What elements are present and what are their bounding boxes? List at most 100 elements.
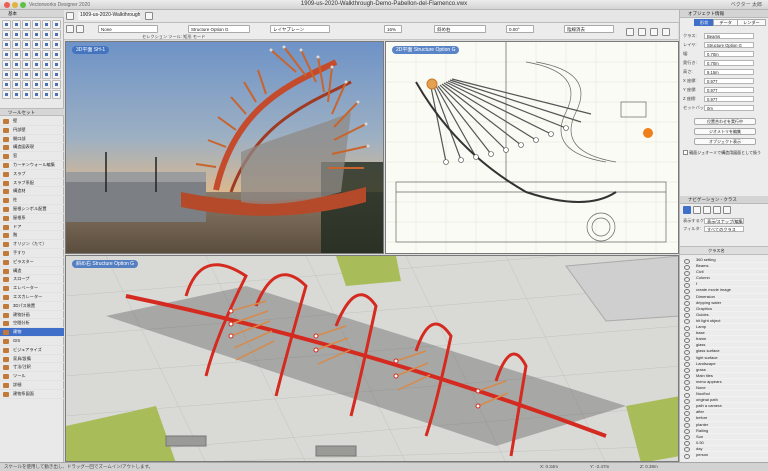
filter-dropdown[interactable]: すべてのクラス — [704, 225, 744, 232]
toolset-item[interactable]: ツール — [0, 372, 64, 381]
tool-button[interactable] — [22, 70, 31, 79]
tool-button[interactable] — [2, 70, 11, 79]
toolset-item[interactable]: 開口部 — [0, 135, 64, 144]
toolset-item[interactable]: ビジュアライズ — [0, 346, 64, 355]
tool-button[interactable] — [32, 20, 41, 29]
walkthrough-icon[interactable] — [650, 28, 658, 36]
tool-button[interactable] — [12, 40, 21, 49]
tool-button[interactable] — [42, 50, 51, 59]
property-value[interactable]: 9.15m — [704, 68, 754, 75]
property-value[interactable]: Structure Option G — [704, 41, 754, 48]
toolset-item[interactable]: 屋根系 — [0, 214, 64, 223]
viewport-view-icon[interactable] — [713, 206, 721, 214]
property-value[interactable]: 0.70m — [704, 59, 754, 66]
toolset-item[interactable]: 詳細 — [0, 381, 64, 390]
toolset-item[interactable]: カーテンウォール編集 — [0, 161, 64, 170]
sheet-view-icon[interactable] — [703, 206, 711, 214]
tool-button[interactable] — [2, 40, 11, 49]
tool-button[interactable] — [12, 30, 21, 39]
tool-button[interactable] — [22, 90, 31, 99]
toolset-item[interactable]: ピラスター — [0, 258, 64, 267]
layer-view-icon[interactable] — [693, 206, 701, 214]
viewport-render[interactable]: 3D平面 SH-1 — [65, 41, 384, 254]
toolset-item[interactable]: オリジン（たて） — [0, 240, 64, 249]
plane-dropdown[interactable]: レイヤプレーン — [270, 25, 330, 33]
toolset-item[interactable]: 柱 — [0, 196, 64, 205]
tool-button[interactable] — [32, 50, 41, 59]
tool-button[interactable] — [32, 70, 41, 79]
tool-button[interactable] — [22, 60, 31, 69]
tool-button[interactable] — [42, 60, 51, 69]
toolset-item[interactable]: 寸法/注釈 — [0, 363, 64, 373]
align-button[interactable]: 位置合わせを実行中 — [694, 118, 756, 125]
structural-checkbox[interactable]: 親面ジェオーミで構造用図面として扱う — [683, 150, 761, 156]
tool-button[interactable] — [22, 80, 31, 89]
toolset-item[interactable]: エスカレーター — [0, 293, 64, 302]
tool-button[interactable] — [2, 80, 11, 89]
checkbox-box[interactable] — [683, 150, 688, 156]
property-value[interactable]: 0.977 — [704, 77, 754, 84]
tool-button[interactable] — [52, 50, 61, 59]
toolset-item[interactable]: スラブ系配 — [0, 179, 64, 188]
camera-icon[interactable] — [626, 28, 634, 36]
toolset-item[interactable]: 構造材 — [0, 187, 64, 197]
toolset-item[interactable]: 壁 — [0, 117, 64, 126]
zoom-field[interactable]: 16% — [384, 25, 402, 33]
display-dropdown[interactable]: 表示/スナップ/編集 — [704, 217, 744, 224]
tool-button[interactable] — [12, 70, 21, 79]
class-view-icon[interactable] — [683, 206, 691, 214]
tool-button[interactable] — [52, 70, 61, 79]
toolset-item[interactable]: 構造 — [0, 267, 64, 276]
render-dropdown[interactable]: 陰線消去 — [564, 25, 614, 33]
toolset-item[interactable]: スロープ — [0, 275, 64, 285]
add-tab-icon[interactable] — [145, 12, 153, 20]
tool-button[interactable] — [52, 60, 61, 69]
tool-button[interactable] — [42, 20, 51, 29]
toolset-item[interactable]: 空間分析 — [0, 319, 64, 329]
angle-field[interactable]: 0.00° — [506, 25, 534, 33]
tool-button[interactable] — [2, 30, 11, 39]
tool-button[interactable] — [42, 80, 51, 89]
class-dropdown[interactable]: None — [98, 25, 158, 33]
pointer-icon[interactable] — [66, 25, 74, 33]
tool-button[interactable] — [12, 50, 21, 59]
property-value[interactable]: 0.70m — [704, 50, 754, 57]
toolset-item[interactable]: 建物計画 — [0, 311, 64, 320]
toolset-item[interactable]: 建物 — [0, 328, 64, 337]
edit-geometry-button[interactable]: ジオメトリを編集 — [694, 128, 756, 135]
toolset-item[interactable]: 建物系図面 — [0, 390, 64, 399]
toolset-item[interactable]: スラブ — [0, 170, 64, 179]
toolset-item[interactable]: 屋根シンボル配置 — [0, 205, 64, 214]
tool-button[interactable] — [2, 90, 11, 99]
tool-button[interactable] — [52, 40, 61, 49]
tab-shape[interactable]: 形状 — [694, 19, 715, 26]
tool-button[interactable] — [32, 60, 41, 69]
property-value[interactable]: Beams — [704, 32, 754, 39]
property-value[interactable]: 0.977 — [704, 95, 754, 102]
file-tab[interactable]: 1909-us-2020-Walkthrough... — [78, 12, 140, 20]
tool-button[interactable] — [12, 90, 21, 99]
object-display-button[interactable]: オブジェクト表示 — [694, 138, 756, 145]
tool-button[interactable] — [2, 20, 11, 29]
toolset-item[interactable]: 3Dパス装置 — [0, 302, 64, 311]
toolset-item[interactable]: 円部壁 — [0, 126, 64, 135]
tool-button[interactable] — [22, 20, 31, 29]
tool-button[interactable] — [22, 40, 31, 49]
viewport-iso[interactable]: 斜め右 Structure Option G — [65, 255, 679, 462]
tool-button[interactable] — [2, 60, 11, 69]
toolset-item[interactable]: 階 — [0, 231, 64, 241]
tool-button[interactable] — [12, 60, 21, 69]
tab-render[interactable]: レンダー — [736, 19, 766, 26]
undo-view-icon[interactable] — [662, 28, 670, 36]
toolset-item[interactable]: 家具/設備 — [0, 355, 64, 364]
tool-button[interactable] — [12, 20, 21, 29]
tool-button[interactable] — [32, 30, 41, 39]
tool-button[interactable] — [52, 30, 61, 39]
property-value[interactable]: 0.977 — [704, 86, 754, 93]
tool-button[interactable] — [22, 30, 31, 39]
toolset-item[interactable]: 構造図表現 — [0, 143, 64, 153]
tool-button[interactable] — [42, 40, 51, 49]
toolset-item[interactable]: ドア — [0, 223, 64, 232]
tool-button[interactable] — [52, 90, 61, 99]
tool-button[interactable] — [42, 70, 51, 79]
